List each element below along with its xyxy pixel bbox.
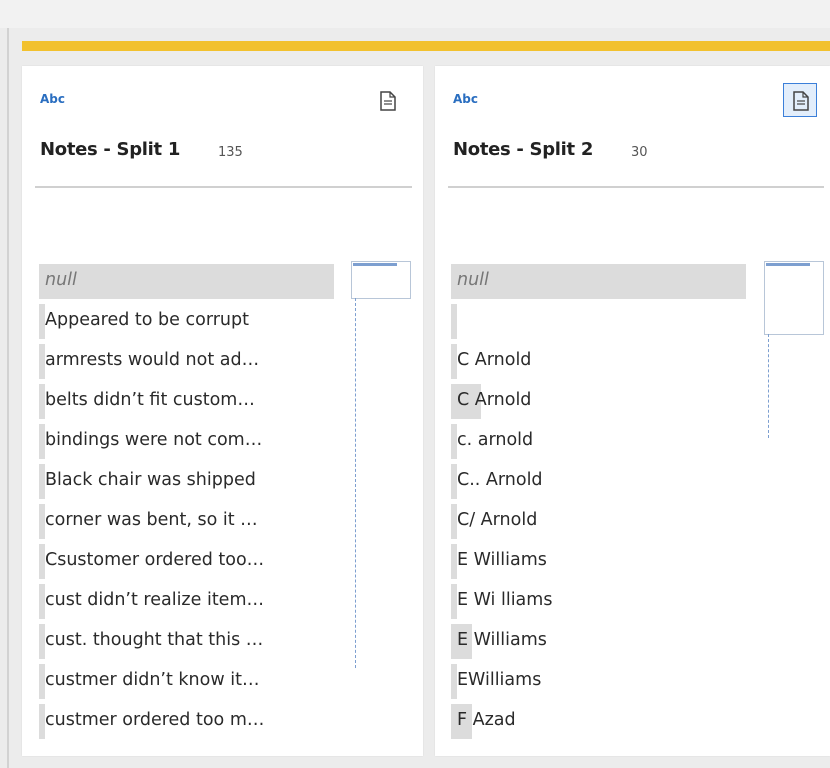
value-label: custmer ordered too m…	[45, 710, 265, 730]
value-label: belts didn’t fit custom…	[45, 390, 255, 410]
value-label: bindings were not com…	[45, 430, 263, 450]
data-type-label[interactable]: Abc	[40, 92, 65, 106]
value-list: null Appeared to be corrupt armrests would…	[39, 264, 334, 744]
value-row[interactable]: C Arnold	[451, 344, 746, 384]
value-label: Appeared to be corrupt	[45, 310, 249, 330]
value-row[interactable]: armrests would not ad…	[39, 344, 334, 384]
value-row[interactable]: E Williams	[451, 544, 746, 584]
value-frequency-bar	[39, 264, 334, 299]
value-label: null	[457, 270, 489, 290]
value-label: cust didn’t realize item…	[45, 590, 264, 610]
value-label: C.. Arnold	[457, 470, 543, 490]
value-row[interactable]: cust. thought that this …	[39, 624, 334, 664]
value-label: C Arnold	[457, 350, 532, 370]
value-list: null C Arnold C Arnold c. arnold C.. Arnold C…	[451, 264, 746, 744]
value-frequency-bar	[451, 264, 746, 299]
window-top-strip	[0, 0, 830, 28]
field-title: Notes - Split 2	[453, 139, 594, 160]
value-row[interactable]: C/ Arnold	[451, 504, 746, 544]
step-color-bar	[22, 41, 830, 51]
value-label: Black chair was shipped	[45, 470, 256, 490]
value-label: armrests would not ad…	[45, 350, 260, 370]
profile-card-split-1[interactable]: Abc Notes - Split 1 135 null Appeared to …	[22, 66, 423, 756]
value-row[interactable]: C Arnold	[451, 384, 746, 424]
value-row-null[interactable]: null	[451, 264, 746, 304]
document-list-icon[interactable]	[783, 83, 817, 117]
value-row[interactable]: Csustomer ordered too…	[39, 544, 334, 584]
value-row[interactable]: EWilliams	[451, 664, 746, 704]
scroll-overview[interactable]	[764, 261, 824, 335]
scroll-track[interactable]	[768, 334, 769, 438]
value-row[interactable]: C.. Arnold	[451, 464, 746, 504]
field-title: Notes - Split 1	[40, 139, 181, 160]
header-divider	[35, 186, 412, 188]
value-row[interactable]: cust didn’t realize item…	[39, 584, 334, 624]
value-label: F Azad	[457, 710, 516, 730]
value-row[interactable]: corner was bent, so it …	[39, 504, 334, 544]
value-row[interactable]: F Azad	[451, 704, 746, 744]
value-row[interactable]: c. arnold	[451, 424, 746, 464]
value-row[interactable]: E Wi lliams	[451, 584, 746, 624]
value-label: C/ Arnold	[457, 510, 538, 530]
distinct-count: 30	[631, 145, 648, 160]
value-row[interactable]: custmer ordered too m…	[39, 704, 334, 744]
value-label: E Wi lliams	[457, 590, 553, 610]
value-label: null	[45, 270, 77, 290]
scroll-overview[interactable]	[351, 261, 411, 299]
value-label: EWilliams	[457, 670, 542, 690]
value-label: E Williams	[457, 630, 547, 650]
scroll-track[interactable]	[355, 298, 356, 668]
data-type-label[interactable]: Abc	[453, 92, 478, 106]
value-row[interactable]: Black chair was shipped	[39, 464, 334, 504]
value-label: C Arnold	[457, 390, 532, 410]
value-label: custmer didn’t know it…	[45, 670, 260, 690]
value-row[interactable]	[451, 304, 746, 344]
value-row[interactable]: belts didn’t fit custom…	[39, 384, 334, 424]
value-label: corner was bent, so it …	[45, 510, 258, 530]
value-label: cust. thought that this …	[45, 630, 264, 650]
value-label: E Williams	[457, 550, 547, 570]
profile-card-split-2[interactable]: Abc Notes - Split 2 30 null C Arnold C Arn…	[435, 66, 830, 756]
document-list-icon[interactable]	[380, 91, 396, 111]
left-border	[7, 28, 9, 768]
value-row[interactable]: E Williams	[451, 624, 746, 664]
value-row[interactable]: custmer didn’t know it…	[39, 664, 334, 704]
value-frequency-bar	[451, 304, 457, 339]
value-row[interactable]: bindings were not com…	[39, 424, 334, 464]
value-label: Csustomer ordered too…	[45, 550, 265, 570]
distinct-count: 135	[218, 145, 243, 160]
value-row[interactable]: Appeared to be corrupt	[39, 304, 334, 344]
header-divider	[448, 186, 824, 188]
value-row-null[interactable]: null	[39, 264, 334, 304]
value-label: c. arnold	[457, 430, 534, 450]
